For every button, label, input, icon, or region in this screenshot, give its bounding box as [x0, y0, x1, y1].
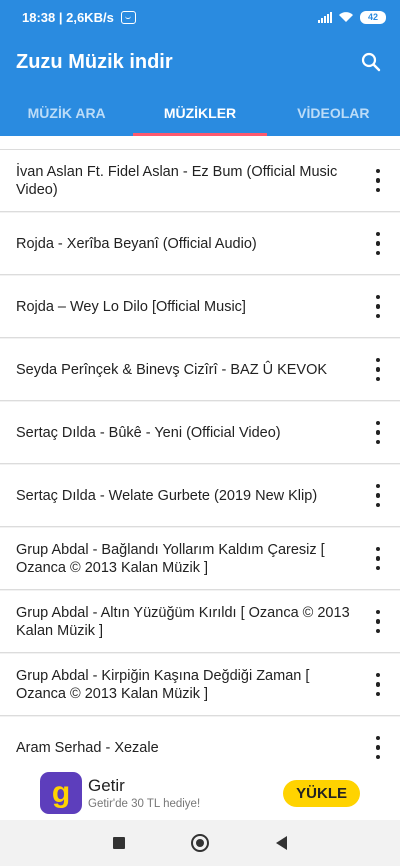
recents-button[interactable]: [113, 837, 126, 849]
song-title: Grup Abdal - Kirpiğin Kaşına Değdiği Zam…: [16, 667, 310, 702]
song-list-item[interactable]: Grup Abdal - Kirpiğin Kaşına Değdiği Zam…: [0, 654, 400, 716]
song-list-item[interactable]: Sertaç Dılda - Welate Gurbete (2019 New …: [0, 465, 400, 527]
tab-muzik-ara[interactable]: MÜZİK ARA: [0, 90, 133, 136]
search-icon: [361, 52, 381, 72]
song-list-item[interactable]: Grup Abdal - Bağlandı Yollarım Kaldım Ça…: [0, 528, 400, 590]
ad-install-button[interactable]: YÜKLE: [283, 779, 360, 807]
more-options-icon[interactable]: [370, 541, 386, 577]
ad-subtitle: Getir'de 30 TL hediye!: [88, 798, 201, 810]
more-options-icon[interactable]: [370, 667, 386, 703]
more-options-icon[interactable]: [370, 415, 386, 451]
more-options-icon[interactable]: [370, 352, 386, 388]
wifi-icon: [339, 12, 353, 22]
song-title: Grup Abdal - Altın Yüzüğüm Kırıldı [ Oza…: [16, 604, 350, 639]
tab-label: MÜZİKLER: [163, 105, 237, 121]
app-bar: Zuzu Müzik indir: [0, 34, 400, 90]
song-list: İvan Aslan Ft. Fidel Aslan - Ez Bum (Off…: [0, 150, 400, 780]
home-button[interactable]: [191, 834, 210, 852]
getir-logo: g: [40, 772, 82, 814]
notification-app-icon: [120, 10, 136, 24]
list-top-divider: [0, 136, 400, 150]
more-options-icon[interactable]: [370, 163, 386, 199]
more-options-icon[interactable]: [370, 226, 386, 262]
more-options-icon[interactable]: [370, 478, 386, 514]
song-list-item[interactable]: Seyda Perînçek & Binevş Cizîrî - BAZ Û K…: [0, 339, 400, 401]
song-title: Sertaç Dılda - Bûkê - Yeni (Official Vid…: [16, 424, 281, 441]
tab-label: MÜZİK ARA: [27, 105, 106, 121]
song-title: Seyda Perînçek & Binevş Cizîrî - BAZ Û K…: [16, 361, 328, 378]
song-title: Aram Serhad - Xezale: [16, 739, 159, 756]
battery-icon: 42: [360, 10, 386, 24]
system-nav-bar: [0, 820, 400, 866]
back-button[interactable]: [275, 836, 287, 850]
more-options-icon[interactable]: [370, 289, 386, 325]
more-options-icon[interactable]: [370, 730, 386, 766]
ad-logo-letter: g: [51, 776, 71, 809]
song-list-item[interactable]: Rojda – Wey Lo Dilo [Official Music]: [0, 276, 400, 338]
status-time-speed: 18:38 | 2,6KB/s: [22, 9, 114, 25]
tab-videolar[interactable]: VİDEOLAR: [267, 90, 400, 136]
more-options-icon[interactable]: [370, 604, 386, 640]
ad-banner[interactable]: g Getir Getir'de 30 TL hediye! YÜKLE: [0, 766, 400, 820]
song-title: Sertaç Dılda - Welate Gurbete (2019 New …: [16, 487, 318, 504]
battery-level: 42: [367, 12, 378, 22]
status-bar: 18:38 | 2,6KB/s 42: [0, 0, 400, 34]
ad-name: Getir: [88, 776, 125, 795]
song-list-item[interactable]: Rojda - Xerîba Beyanî (Official Audio): [0, 213, 400, 275]
song-title: Rojda – Wey Lo Dilo [Official Music]: [16, 298, 246, 315]
song-title: Grup Abdal - Bağlandı Yollarım Kaldım Ça…: [16, 541, 325, 576]
tab-label: VİDEOLAR: [297, 105, 370, 121]
app-title: Zuzu Müzik indir: [16, 50, 173, 73]
tab-muzikler[interactable]: MÜZİKLER: [133, 90, 267, 136]
search-button[interactable]: [358, 49, 384, 75]
song-list-item[interactable]: İvan Aslan Ft. Fidel Aslan - Ez Bum (Off…: [0, 150, 400, 212]
signal-icon: [318, 11, 332, 23]
tab-bar: MÜZİK ARA MÜZİKLER VİDEOLAR: [0, 90, 400, 136]
song-list-item[interactable]: Sertaç Dılda - Bûkê - Yeni (Official Vid…: [0, 402, 400, 464]
ad-text: Getir Getir'de 30 TL hediye!: [88, 776, 200, 810]
song-title: Rojda - Xerîba Beyanî (Official Audio): [16, 235, 257, 252]
song-title: İvan Aslan Ft. Fidel Aslan - Ez Bum (Off…: [16, 163, 338, 198]
song-list-item[interactable]: Grup Abdal - Altın Yüzüğüm Kırıldı [ Oza…: [0, 591, 400, 653]
